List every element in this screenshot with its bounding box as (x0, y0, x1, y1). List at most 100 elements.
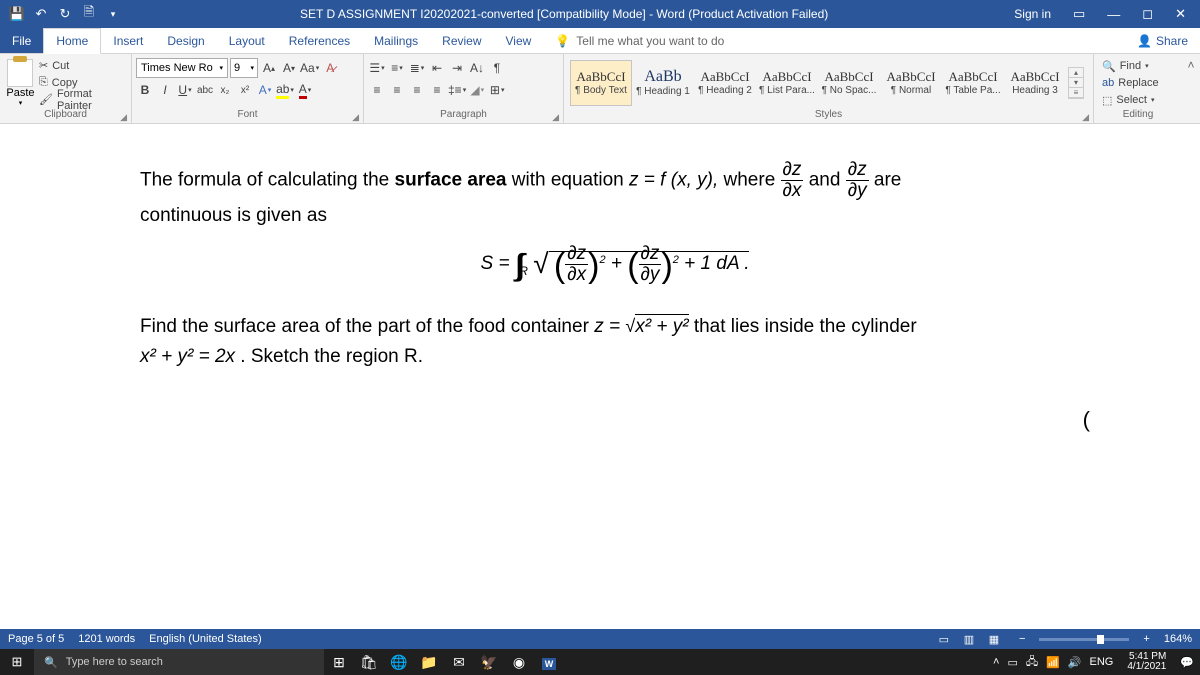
tab-references[interactable]: References (277, 28, 362, 53)
ribbon-options-icon[interactable]: ▭ (1063, 0, 1095, 28)
subscript-button[interactable]: x₂ (216, 80, 234, 100)
style-item[interactable]: AaBbCcIHeading 3 (1004, 60, 1066, 106)
shrink-font-button[interactable]: A▾ (280, 58, 298, 78)
select-button[interactable]: ⬚Select ▾ (1098, 92, 1159, 108)
dialog-launcher-icon[interactable]: ◢ (352, 112, 359, 123)
word-taskbar-icon[interactable]: W (534, 654, 564, 670)
document-canvas[interactable]: The formula of calculating the surface a… (0, 124, 1200, 629)
zoom-slider[interactable] (1039, 638, 1129, 641)
app-icon[interactable]: 🦅 (474, 654, 504, 671)
bold-button[interactable]: B (136, 80, 154, 100)
replace-button[interactable]: abReplace (1098, 75, 1163, 91)
style-item[interactable]: AaBbCcI¶ Body Text (570, 60, 632, 106)
font-size-select[interactable]: 9▾ (230, 58, 258, 78)
taskbar-search[interactable]: 🔍 Type here to search (34, 649, 324, 675)
shading-button[interactable]: ◢▾ (468, 80, 486, 100)
close-button[interactable]: ✕ (1165, 0, 1196, 28)
tab-review[interactable]: Review (430, 28, 493, 53)
minimize-button[interactable]: — (1097, 0, 1130, 28)
task-view-button[interactable]: ⊞ (324, 654, 354, 671)
store-icon[interactable]: 🛍 (354, 654, 384, 671)
chrome-icon[interactable]: ◉ (504, 654, 534, 671)
style-item[interactable]: AaBb¶ Heading 1 (632, 60, 694, 106)
tab-view[interactable]: View (494, 28, 544, 53)
sort-button[interactable]: A↓ (468, 58, 486, 78)
highlight-button[interactable]: ab▾ (276, 80, 294, 100)
decrease-indent-button[interactable]: ⇤ (428, 58, 446, 78)
style-item[interactable]: AaBbCcI¶ List Para... (756, 60, 818, 106)
line-spacing-button[interactable]: ‡≡▾ (448, 80, 466, 100)
bullets-button[interactable]: ☰▾ (368, 58, 386, 78)
edge-icon[interactable]: 🌐 (384, 654, 414, 671)
style-item[interactable]: AaBbCcI¶ Heading 2 (694, 60, 756, 106)
style-item[interactable]: AaBbCcI¶ Normal (880, 60, 942, 106)
maximize-button[interactable]: ◻ (1132, 0, 1163, 28)
language-indicator[interactable]: English (United States) (149, 633, 262, 645)
explorer-icon[interactable]: 📁 (414, 654, 444, 671)
zoom-out-button[interactable]: − (1019, 633, 1025, 645)
font-color-button[interactable]: A▾ (296, 80, 314, 100)
undo-icon[interactable]: ↶ (30, 3, 52, 25)
dialog-launcher-icon[interactable]: ◢ (120, 112, 127, 123)
collapse-ribbon-button[interactable]: ˄ (1182, 54, 1200, 123)
page-indicator[interactable]: Page 5 of 5 (8, 633, 64, 645)
clear-format-button[interactable]: A̷ (321, 58, 339, 78)
strike-button[interactable]: abc (196, 80, 214, 100)
style-item[interactable]: AaBbCcI¶ Table Pa... (942, 60, 1004, 106)
change-case-button[interactable]: Aa▾ (300, 58, 319, 78)
sign-in-button[interactable]: Sign in (1004, 0, 1061, 28)
show-marks-button[interactable]: ¶ (488, 58, 506, 78)
align-center-button[interactable]: ≡ (388, 80, 406, 100)
align-left-button[interactable]: ≡ (368, 80, 386, 100)
grow-font-button[interactable]: A▴ (260, 58, 278, 78)
save-icon[interactable]: 💾 (6, 3, 28, 25)
zoom-level[interactable]: 164% (1164, 633, 1192, 645)
find-button[interactable]: 🔍Find ▾ (1098, 58, 1153, 74)
print-layout-button[interactable]: ▥ (958, 633, 980, 646)
language-indicator[interactable]: ENG (1090, 656, 1114, 668)
increase-indent-button[interactable]: ⇥ (448, 58, 466, 78)
style-item[interactable]: AaBbCcI¶ No Spac... (818, 60, 880, 106)
text-effects-button[interactable]: A▾ (256, 80, 274, 100)
superscript-button[interactable]: x² (236, 80, 254, 100)
styles-scroll[interactable]: ▴▾≡ (1068, 67, 1084, 99)
tab-home[interactable]: Home (43, 28, 101, 54)
align-right-button[interactable]: ≡ (408, 80, 426, 100)
tab-insert[interactable]: Insert (101, 28, 155, 53)
paste-button[interactable]: Paste ▾ (4, 59, 37, 107)
italic-button[interactable]: I (156, 80, 174, 100)
redo-icon[interactable]: ↻ (54, 3, 76, 25)
tab-file[interactable]: File (0, 28, 43, 53)
format-painter-button[interactable]: 🖌Format Painter (39, 92, 127, 108)
dialog-launcher-icon[interactable]: ◢ (552, 112, 559, 123)
dialog-launcher-icon[interactable]: ◢ (1082, 112, 1089, 123)
tray-chevron-icon[interactable]: ˄ (993, 656, 999, 668)
notifications-icon[interactable]: 💬 (1180, 656, 1194, 669)
zoom-in-button[interactable]: + (1143, 633, 1149, 645)
mail-icon[interactable]: ✉ (444, 654, 474, 671)
word-count[interactable]: 1201 words (78, 633, 135, 645)
wifi-icon[interactable]: 📶 (1046, 656, 1060, 669)
tab-layout[interactable]: Layout (217, 28, 277, 53)
borders-button[interactable]: ⊞▾ (488, 80, 506, 100)
justify-button[interactable]: ≡ (428, 80, 446, 100)
brush-icon: 🖌 (39, 93, 53, 106)
numbering-button[interactable]: ≡▾ (388, 58, 406, 78)
start-button[interactable]: ⊞ (0, 654, 34, 670)
print-preview-icon[interactable]: 🗎 (78, 3, 100, 25)
multilevel-button[interactable]: ≣▾ (408, 58, 426, 78)
web-layout-button[interactable]: ▦ (983, 633, 1005, 646)
cut-button[interactable]: ✂Cut (39, 58, 127, 74)
qat-more-icon[interactable]: ▾ (102, 3, 124, 25)
tab-design[interactable]: Design (155, 28, 216, 53)
volume-icon[interactable]: 🔊 (1068, 656, 1082, 669)
share-button[interactable]: 👤 Share (1125, 28, 1200, 53)
clock[interactable]: 5:41 PM 4/1/2021 (1121, 652, 1172, 673)
tell-me-input[interactable]: 💡 Tell me what you want to do (543, 28, 724, 53)
tab-mailings[interactable]: Mailings (362, 28, 430, 53)
underline-button[interactable]: U▾ (176, 80, 194, 100)
font-name-select[interactable]: Times New Ro▾ (136, 58, 228, 78)
network-icon[interactable]: 🖧 (1026, 653, 1038, 672)
battery-icon[interactable]: ▭ (1007, 656, 1017, 669)
read-mode-button[interactable]: ▭ (933, 633, 955, 646)
